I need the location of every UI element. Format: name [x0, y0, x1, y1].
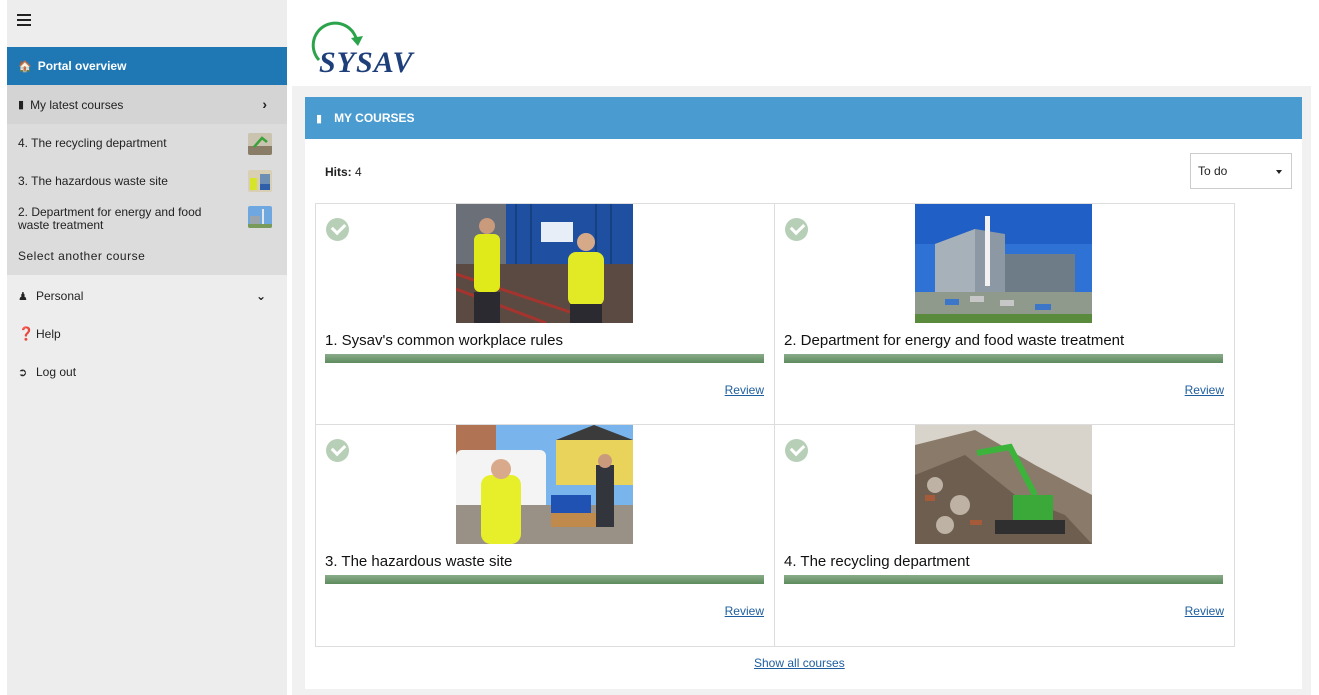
book-icon: ▮: [18, 99, 25, 111]
sidebar-item-my-latest-courses[interactable]: ▮ My latest courses ›: [7, 85, 287, 124]
select-another-course-link[interactable]: Select another course: [18, 250, 145, 263]
caret-down-icon: [1276, 170, 1282, 174]
course-title[interactable]: 4. The recycling department: [784, 553, 970, 570]
review-link[interactable]: Review: [1185, 383, 1224, 397]
sidebar-item-help[interactable]: ❓ Help: [18, 326, 61, 342]
completed-check-icon: [785, 439, 808, 462]
my-courses-header: ▮ MY COURSES: [305, 97, 1302, 139]
filter-value: To do: [1198, 164, 1228, 178]
logout-icon: ➲: [18, 366, 28, 379]
course-card[interactable]: 4. The recycling department Review: [775, 425, 1234, 646]
course-image-recycling: [915, 425, 1092, 544]
help-icon: ❓: [18, 326, 35, 341]
hits-value: 4: [355, 165, 362, 179]
sidebar-item-label: My latest courses: [30, 97, 124, 112]
hits-count: Hits: 4: [325, 165, 362, 179]
course-progress-bar: [325, 354, 764, 363]
completed-check-icon: [326, 439, 349, 462]
course-thumbnail-hazardous: [248, 170, 272, 192]
sidebar-item-personal[interactable]: ♟ Personal: [18, 289, 83, 303]
course-grid: 1. Sysav's common workplace rules Review…: [315, 203, 1235, 647]
course-progress-bar: [784, 575, 1223, 584]
hamburger-menu-icon[interactable]: [17, 14, 31, 26]
show-all-courses-link[interactable]: Show all courses: [754, 656, 845, 670]
course-title[interactable]: 1. Sysav's common workplace rules: [325, 332, 563, 349]
hits-label: Hits:: [325, 165, 352, 179]
latest-course-item[interactable]: 4. The recycling department: [18, 137, 167, 150]
latest-courses-panel: 4. The recycling department 3. The hazar…: [7, 124, 287, 275]
course-thumbnail-energy: [248, 206, 272, 228]
latest-course-item[interactable]: 3. The hazardous waste site: [18, 175, 168, 188]
course-image-workplace-rules: [456, 204, 633, 323]
completed-check-icon: [785, 218, 808, 241]
course-progress-fill: [325, 354, 764, 363]
sidebar-item-portal-overview[interactable]: 🏠 Portal overview: [7, 47, 287, 85]
review-link[interactable]: Review: [1185, 604, 1224, 618]
book-icon: ▮: [316, 112, 323, 125]
sidebar: 🏠 Portal overview ▮ My latest courses › …: [7, 0, 287, 695]
completed-check-icon: [326, 218, 349, 241]
sidebar-item-label: Log out: [36, 365, 77, 379]
home-icon: 🏠: [18, 60, 32, 73]
section-title: MY COURSES: [334, 111, 415, 125]
course-card[interactable]: 2. Department for energy and food waste …: [775, 204, 1234, 425]
chevron-down-icon[interactable]: ⌄: [256, 289, 266, 303]
course-image-hazardous-waste: [456, 425, 633, 544]
course-progress-bar: [784, 354, 1223, 363]
course-title[interactable]: 3. The hazardous waste site: [325, 553, 512, 570]
course-card[interactable]: 1. Sysav's common workplace rules Review: [316, 204, 775, 425]
course-thumbnail-recycling: [248, 133, 272, 155]
sidebar-item-logout[interactable]: ➲ Log out: [18, 365, 76, 379]
course-progress-fill: [784, 575, 1223, 584]
sysav-logo[interactable]: SYSAV: [305, 16, 445, 79]
course-progress-fill: [784, 354, 1223, 363]
course-card[interactable]: 3. The hazardous waste site Review: [316, 425, 775, 646]
chevron-right-icon: ›: [262, 96, 267, 112]
sidebar-item-label: Portal overview: [37, 59, 127, 73]
course-title[interactable]: 2. Department for energy and food waste …: [784, 332, 1124, 349]
course-progress-bar: [325, 575, 764, 584]
sidebar-item-label: Help: [36, 327, 61, 341]
course-progress-fill: [325, 575, 764, 584]
latest-course-item[interactable]: 2. Department for energy and food waste …: [18, 206, 233, 232]
logo-text: SYSAV: [319, 46, 414, 79]
review-link[interactable]: Review: [725, 383, 764, 397]
user-icon: ♟: [18, 290, 28, 303]
course-filter-select[interactable]: To do: [1190, 153, 1292, 189]
sidebar-item-label: Personal: [36, 289, 84, 303]
course-image-energy-plant: [915, 204, 1092, 323]
review-link[interactable]: Review: [725, 604, 764, 618]
